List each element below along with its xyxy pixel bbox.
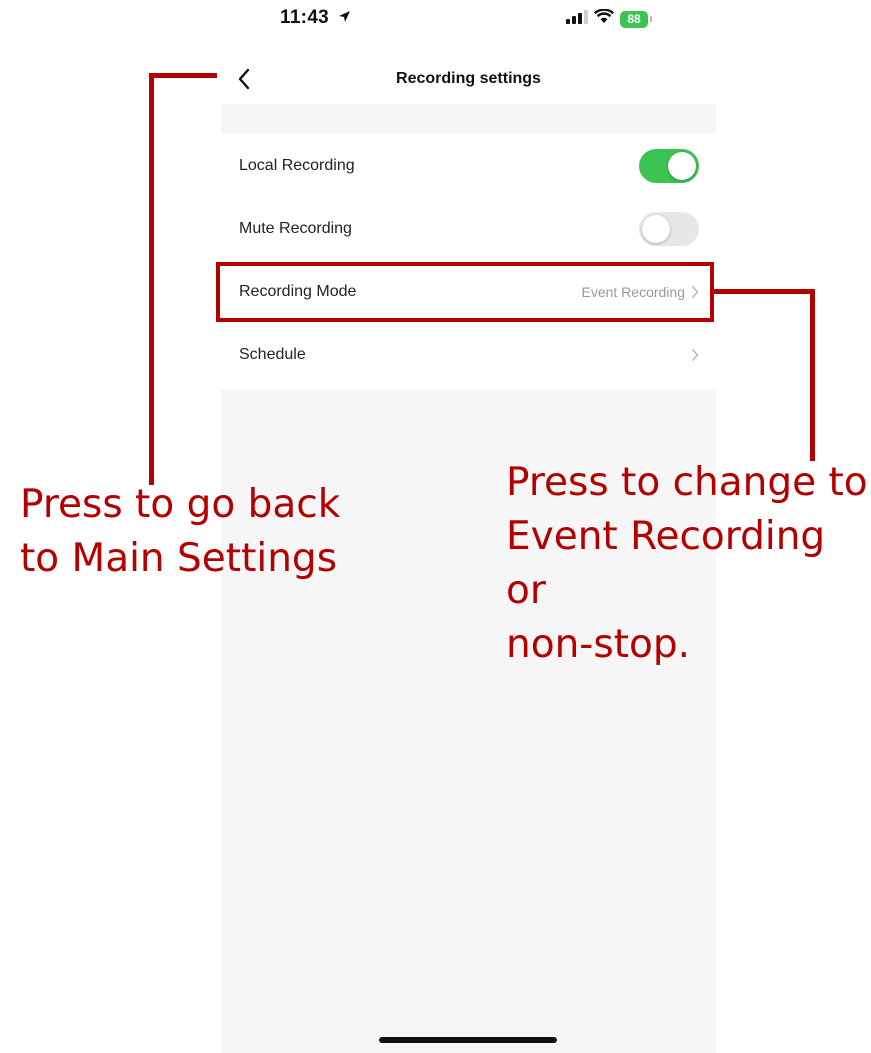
nav-bar: Recording settings (221, 58, 716, 104)
setting-mute-recording[interactable]: Mute Recording (221, 197, 716, 260)
setting-label: Schedule (239, 345, 306, 363)
status-time-text: 11:43 (280, 7, 330, 28)
mute-recording-toggle[interactable] (639, 211, 699, 246)
mode-callout-line-vertical (810, 289, 815, 461)
status-time: 11:43 (280, 7, 351, 29)
setting-label: Local Recording (239, 156, 355, 174)
home-indicator[interactable] (379, 1037, 557, 1043)
toggle-knob (642, 214, 670, 243)
status-icons: 88 (566, 8, 652, 30)
settings-list: Local Recording Mute Recording Recording… (221, 134, 716, 386)
back-callout-text: Press to go back to Main Settings (20, 482, 341, 581)
chevron-right-icon (691, 348, 699, 362)
setting-label: Mute Recording (239, 219, 352, 237)
section-gap (221, 104, 716, 134)
status-bar: 11:43 88 (221, 0, 716, 40)
setting-schedule[interactable]: Schedule (221, 323, 716, 386)
local-recording-toggle[interactable] (639, 148, 699, 183)
back-callout-line-vertical (149, 73, 154, 485)
mode-callout-line-horizontal (712, 289, 815, 294)
signal-icon (566, 9, 588, 29)
recording-mode-highlight (216, 262, 714, 322)
battery-icon: 88 (620, 10, 648, 28)
back-callout-line-horizontal (149, 73, 217, 78)
battery-tip (650, 16, 652, 22)
mode-callout-text: Press to change to Event Recording or no… (506, 460, 868, 667)
wifi-icon (593, 8, 615, 29)
toggle-knob (668, 151, 696, 180)
setting-local-recording[interactable]: Local Recording (221, 134, 716, 197)
page-title: Recording settings (396, 70, 541, 87)
location-arrow-icon (338, 10, 351, 27)
